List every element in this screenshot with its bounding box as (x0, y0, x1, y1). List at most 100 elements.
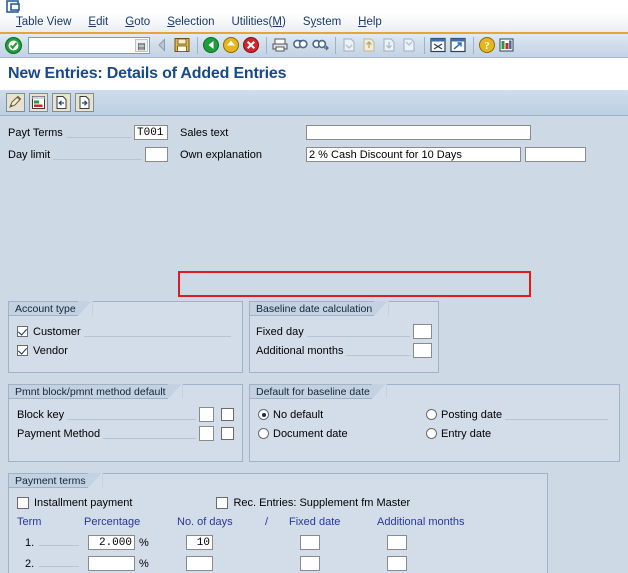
payt-terms-input[interactable]: T001 (134, 125, 168, 140)
highlight-own-explanation (178, 271, 531, 297)
previous-entry-icon[interactable] (52, 93, 71, 112)
default-baseline-date-group: Default for baseline date No default Doc… (249, 384, 620, 462)
customer-checkbox[interactable] (17, 326, 28, 337)
rec-entries-checkbox[interactable] (216, 497, 229, 509)
save-icon[interactable] (173, 36, 193, 56)
new-entries-icon[interactable] (6, 93, 25, 112)
account-type-group: Account type Customer Vendor (8, 301, 243, 373)
command-field-dropdown-icon[interactable]: ▤ (135, 39, 148, 52)
posting-date-label: Posting date (441, 408, 503, 421)
row-additional-months-2[interactable] (387, 556, 407, 571)
sales-text-input[interactable] (306, 125, 531, 140)
day-limit-label: Day limit (8, 148, 51, 161)
sales-text-label: Sales text (180, 126, 229, 139)
cancel-red-icon[interactable] (242, 36, 262, 56)
menu-system[interactable]: System (303, 16, 341, 28)
payment-terms-title: Payment terms (8, 473, 103, 488)
row-additional-months-1[interactable] (387, 535, 407, 550)
row-days-2[interactable] (186, 556, 213, 571)
column-header-fixed-date: Fixed date (289, 516, 341, 528)
exit-yellow-icon[interactable] (222, 36, 242, 56)
next-page-icon[interactable] (380, 36, 400, 56)
menu-selection[interactable]: Selection (167, 16, 214, 28)
fixed-day-label: Fixed day (256, 325, 304, 338)
fixed-day-input[interactable] (413, 324, 432, 339)
installment-payment-checkbox[interactable] (17, 497, 29, 509)
customize-layout-icon[interactable] (498, 36, 518, 56)
next-entry-icon[interactable] (75, 93, 94, 112)
menu-edit[interactable]: Edit (88, 16, 108, 28)
block-key-input[interactable] (199, 407, 214, 422)
own-explanation-input-2[interactable] (525, 147, 586, 162)
row-fixed-date-1[interactable] (300, 535, 320, 550)
row-pct-sign-1: % (139, 537, 149, 549)
menu-utilities[interactable]: Utilities(M) (232, 16, 286, 28)
sap-gui-window: Table View Edit Goto Selection Utilities… (0, 0, 628, 573)
account-type-option-vendor[interactable]: Vendor (9, 341, 242, 360)
row-percentage-2[interactable] (88, 556, 135, 571)
sap-window-icon (6, 0, 23, 13)
print-icon[interactable] (271, 36, 291, 56)
display-overview-icon[interactable] (29, 93, 48, 112)
entry-date-radio[interactable] (426, 428, 437, 439)
row-percentage-1[interactable]: 2.000 (88, 535, 135, 550)
toolbar-separator (197, 37, 198, 54)
account-type-option-customer[interactable]: Customer (9, 322, 242, 341)
enter-check-icon[interactable] (4, 36, 24, 56)
window-titlebar (0, 0, 628, 13)
payment-method-checkbox[interactable] (221, 427, 234, 440)
back-arrow-icon[interactable] (153, 36, 173, 56)
previous-page-icon[interactable] (360, 36, 380, 56)
menu-table-view-label: able View (21, 16, 72, 28)
back-green-icon[interactable] (202, 36, 222, 56)
radio-posting-date[interactable]: Posting date (418, 405, 619, 424)
block-key-checkbox[interactable] (221, 408, 234, 421)
radio-document-date[interactable]: Document date (250, 424, 418, 443)
additional-months-label: Additional months (256, 344, 344, 357)
command-field[interactable]: ▤ (28, 37, 150, 54)
own-explanation-input[interactable]: 2 % Cash Discount for 10 Days (306, 147, 521, 162)
baseline-date-calculation-title: Baseline date calculation (249, 301, 390, 316)
document-date-radio[interactable] (258, 428, 269, 439)
additional-months-input[interactable] (413, 343, 432, 358)
page-title-bar: New Entries: Details of Added Entries (0, 58, 628, 90)
day-limit-input[interactable] (145, 147, 168, 162)
own-explanation-label: Own explanation (180, 148, 262, 161)
toolbar-separator (266, 37, 267, 54)
row-term-2: 2. (25, 558, 35, 570)
first-page-icon[interactable] (340, 36, 360, 56)
radio-entry-date[interactable]: Entry date (418, 424, 619, 443)
pmnt-block-group: Pmnt block/pmnt method default Block key… (8, 384, 243, 462)
find-icon[interactable] (291, 36, 311, 56)
baseline-date-calculation-group: Baseline date calculation Fixed day Addi… (249, 301, 439, 373)
posting-date-radio[interactable] (426, 409, 437, 420)
installment-payment-label: Installment payment (34, 497, 133, 509)
document-date-label: Document date (273, 427, 348, 440)
menu-help[interactable]: Help (358, 16, 382, 28)
last-page-icon[interactable] (400, 36, 420, 56)
help-icon[interactable]: ? (478, 36, 498, 56)
row-fixed-date-2[interactable] (300, 556, 320, 571)
table-row: 1. 2.000 % 10 (9, 533, 547, 554)
radio-no-default[interactable]: No default (250, 405, 418, 424)
default-baseline-date-title: Default for baseline date (249, 384, 387, 399)
system-toolbar: ▤ ? (0, 34, 628, 58)
row-term-1: 1. (25, 537, 35, 549)
row-days-1[interactable]: 10 (186, 535, 213, 550)
column-header-percentage: Percentage (84, 516, 141, 528)
row-pct-sign-2: % (139, 558, 149, 570)
create-shortcut-icon[interactable] (449, 36, 469, 56)
toolbar-separator (473, 37, 474, 54)
table-row: 2. % (9, 554, 547, 573)
toolbar-separator (335, 37, 336, 54)
menu-table-view[interactable]: Table View (16, 16, 71, 28)
column-header-days: No. of days (177, 516, 233, 528)
payment-method-input[interactable] (199, 426, 214, 441)
menu-goto[interactable]: Goto (125, 16, 150, 28)
new-session-icon[interactable] (429, 36, 449, 56)
no-default-radio[interactable] (258, 409, 269, 420)
vendor-checkbox[interactable] (17, 345, 28, 356)
find-next-icon[interactable] (311, 36, 331, 56)
column-header-term: Term (17, 516, 42, 528)
vendor-label: Vendor (33, 344, 68, 357)
